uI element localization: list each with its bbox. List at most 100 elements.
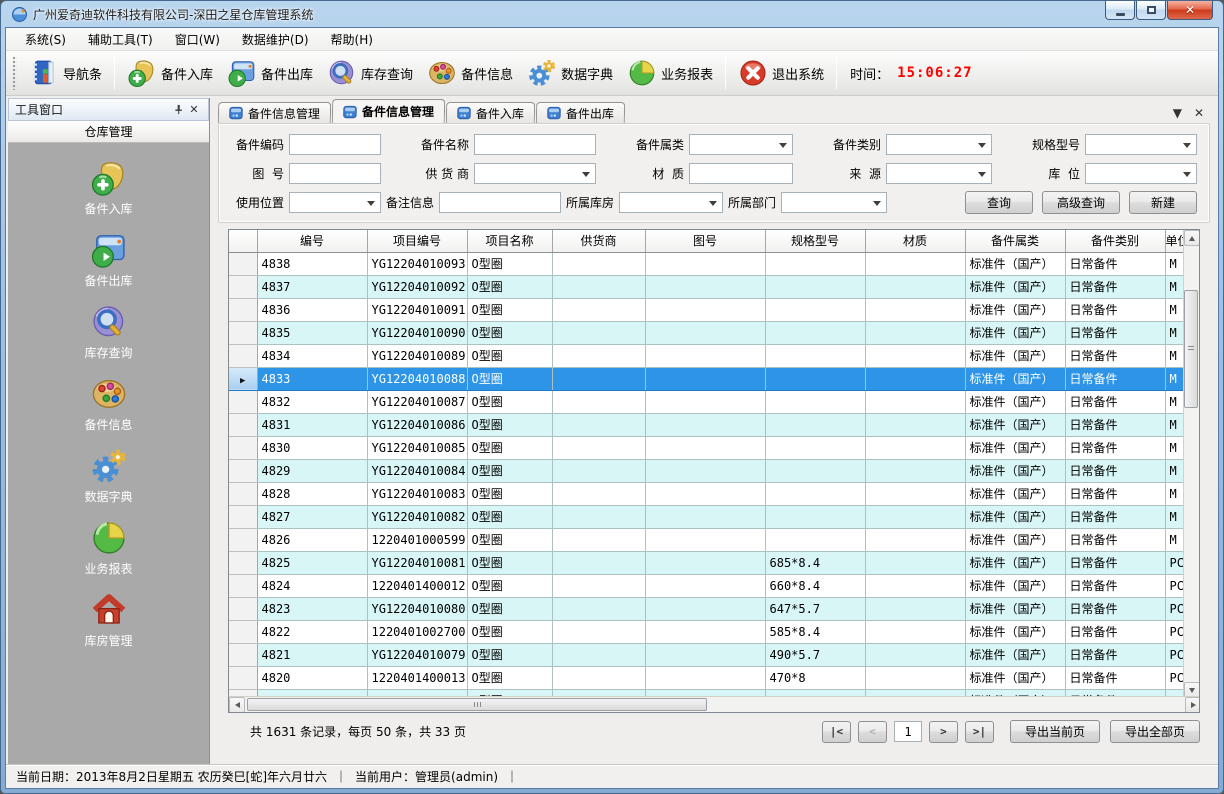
table-row[interactable]: 48261220401000599O型圈标准件（国产）日常备件M xyxy=(229,528,1185,551)
column-header[interactable]: 项目编号 xyxy=(367,230,467,252)
table-row[interactable]: 48201220401400013O型圈470*8标准件（国产）日常备件PC xyxy=(229,666,1185,689)
row-indicator-cell[interactable] xyxy=(229,298,257,321)
column-header[interactable]: 项目名称 xyxy=(467,230,552,252)
toolbar-button-exit[interactable]: 退出系统 xyxy=(731,54,831,92)
column-header[interactable]: 备件类别 xyxy=(1065,230,1165,252)
part-category-select[interactable] xyxy=(886,134,992,155)
tab-2[interactable]: 备件入库 xyxy=(446,102,535,123)
row-indicator-cell[interactable] xyxy=(229,344,257,367)
column-header[interactable]: 备件属类 xyxy=(965,230,1065,252)
menu-item[interactable]: 窗口(W) xyxy=(164,28,231,51)
table-row[interactable]: 4838YG12204010093O型圈标准件（国产）日常备件M xyxy=(229,252,1185,275)
toolbar-button-parts-info[interactable]: 备件信息 xyxy=(420,54,520,92)
menu-item[interactable]: 系统(S) xyxy=(14,28,77,51)
table-row[interactable]: 4834YG12204010089O型圈标准件（国产）日常备件M xyxy=(229,344,1185,367)
remark-input[interactable] xyxy=(439,192,561,213)
table-row[interactable]: 4825YG12204010081O型圈685*8.4标准件（国产）日常备件PC xyxy=(229,551,1185,574)
row-indicator-cell[interactable]: ▶ xyxy=(229,367,257,390)
row-indicator-cell[interactable] xyxy=(229,643,257,666)
table-row[interactable]: 4832YG12204010087O型圈标准件（国产）日常备件M xyxy=(229,390,1185,413)
row-indicator-cell[interactable] xyxy=(229,666,257,689)
menu-item[interactable]: 辅助工具(T) xyxy=(77,28,164,51)
minimize-button[interactable] xyxy=(1105,1,1135,20)
table-row[interactable]: 4830YG12204010085O型圈标准件（国产）日常备件M xyxy=(229,436,1185,459)
menu-item[interactable]: 帮助(H) xyxy=(320,28,384,51)
row-indicator-cell[interactable] xyxy=(229,597,257,620)
tool-window-close-icon[interactable]: ✕ xyxy=(186,102,202,118)
scroll-left-icon[interactable] xyxy=(229,697,245,713)
column-header[interactable]: 单位 xyxy=(1165,230,1185,252)
row-indicator-cell[interactable] xyxy=(229,459,257,482)
close-button[interactable]: ✕ xyxy=(1167,1,1213,20)
row-indicator-cell[interactable] xyxy=(229,505,257,528)
table-row[interactable]: 4836YG12204010091O型圈标准件（国产）日常备件M xyxy=(229,298,1185,321)
vertical-scroll-thumb[interactable] xyxy=(1184,290,1198,408)
table-row[interactable]: 4828YG12204010083O型圈标准件（国产）日常备件M xyxy=(229,482,1185,505)
toolbar-button-data-dict[interactable]: 数据字典 xyxy=(520,54,620,92)
last-page-button[interactable]: >| xyxy=(965,721,994,743)
page-number-input[interactable] xyxy=(894,721,922,742)
query-button[interactable]: 查询 xyxy=(965,191,1033,214)
row-indicator-cell[interactable] xyxy=(229,528,257,551)
column-header[interactable]: 图号 xyxy=(645,230,765,252)
export-current-page-button[interactable]: 导出当前页 xyxy=(1010,720,1100,743)
new-button[interactable]: 新建 xyxy=(1129,191,1197,214)
scroll-right-icon[interactable] xyxy=(1185,697,1200,713)
menu-item[interactable]: 数据维护(D) xyxy=(231,28,320,51)
advanced-query-button[interactable]: 高级查询 xyxy=(1042,191,1120,214)
tab-0[interactable]: 备件信息管理 xyxy=(218,102,331,123)
table-row[interactable]: 4821YG12204010079O型圈490*5.7标准件（国产）日常备件PC xyxy=(229,643,1185,666)
row-indicator-cell[interactable] xyxy=(229,252,257,275)
toolbar-button-stock-in[interactable]: 备件入库 xyxy=(120,54,220,92)
toolbar-button-inventory-search[interactable]: 库存查询 xyxy=(320,54,420,92)
table-row[interactable]: 4831YG12204010086O型圈标准件（国产）日常备件M xyxy=(229,413,1185,436)
maximize-button[interactable] xyxy=(1136,1,1166,20)
sidebar-item-data-dict[interactable]: 数据字典 xyxy=(54,447,164,505)
table-row[interactable]: 4827YG12204010082O型圈标准件（国产）日常备件M xyxy=(229,505,1185,528)
toolbar-button-stock-out[interactable]: 备件出库 xyxy=(220,54,320,92)
export-all-pages-button[interactable]: 导出全部页 xyxy=(1110,720,1200,743)
table-row[interactable]: 4835YG12204010090O型圈标准件（国产）日常备件M xyxy=(229,321,1185,344)
row-indicator-cell[interactable] xyxy=(229,390,257,413)
row-indicator-cell[interactable] xyxy=(229,321,257,344)
sidebar-item-inventory-search[interactable]: 库存查询 xyxy=(54,303,164,361)
warehouse-select[interactable] xyxy=(619,192,723,213)
sidebar-item-parts-info[interactable]: 备件信息 xyxy=(54,375,164,433)
table-row[interactable]: 48241220401400012O型圈660*8.4标准件（国产）日常备件PC xyxy=(229,574,1185,597)
spec-model-select[interactable] xyxy=(1085,134,1197,155)
next-page-button[interactable]: > xyxy=(929,721,958,743)
tab-close-icon[interactable]: ✕ xyxy=(1194,107,1204,119)
department-select[interactable] xyxy=(781,192,887,213)
pin-icon[interactable] xyxy=(170,102,186,118)
row-indicator-cell[interactable] xyxy=(229,275,257,298)
sidebar-item-stock-out[interactable]: 备件出库 xyxy=(54,231,164,289)
table-row[interactable]: 4823YG12204010080O型圈647*5.7标准件（国产）日常备件PC xyxy=(229,597,1185,620)
vertical-scrollbar[interactable] xyxy=(1183,230,1199,698)
column-header[interactable]: 材质 xyxy=(865,230,965,252)
location-select[interactable] xyxy=(1085,163,1197,184)
supplier-select[interactable] xyxy=(474,163,596,184)
column-header[interactable]: 编号 xyxy=(257,230,367,252)
first-page-button[interactable]: |< xyxy=(822,721,851,743)
usage-position-select[interactable] xyxy=(289,192,381,213)
scroll-up-icon[interactable] xyxy=(1184,230,1200,246)
part-class-select[interactable] xyxy=(689,134,793,155)
sidebar-item-stock-in[interactable]: 备件入库 xyxy=(54,159,164,217)
column-header[interactable]: 供货商 xyxy=(552,230,645,252)
row-indicator-cell[interactable] xyxy=(229,620,257,643)
row-indicator-cell[interactable] xyxy=(229,551,257,574)
part-name-input[interactable] xyxy=(474,134,596,155)
material-input[interactable] xyxy=(689,163,793,184)
toolbar-button-report[interactable]: 业务报表 xyxy=(620,54,720,92)
sidebar-group-header[interactable]: 仓库管理 xyxy=(8,121,209,143)
table-row[interactable]: 4837YG12204010092O型圈标准件（国产）日常备件M xyxy=(229,275,1185,298)
row-indicator-cell[interactable] xyxy=(229,574,257,597)
row-indicator-cell[interactable] xyxy=(229,482,257,505)
horizontal-scroll-thumb[interactable] xyxy=(247,698,707,711)
tab-3[interactable]: 备件出库 xyxy=(536,102,625,123)
source-select[interactable] xyxy=(886,163,992,184)
tab-list-dropdown-icon[interactable]: ▼ xyxy=(1173,107,1182,119)
sidebar-item-warehouse[interactable]: 库房管理 xyxy=(54,591,164,649)
row-indicator-cell[interactable] xyxy=(229,436,257,459)
sidebar-item-report[interactable]: 业务报表 xyxy=(54,519,164,577)
